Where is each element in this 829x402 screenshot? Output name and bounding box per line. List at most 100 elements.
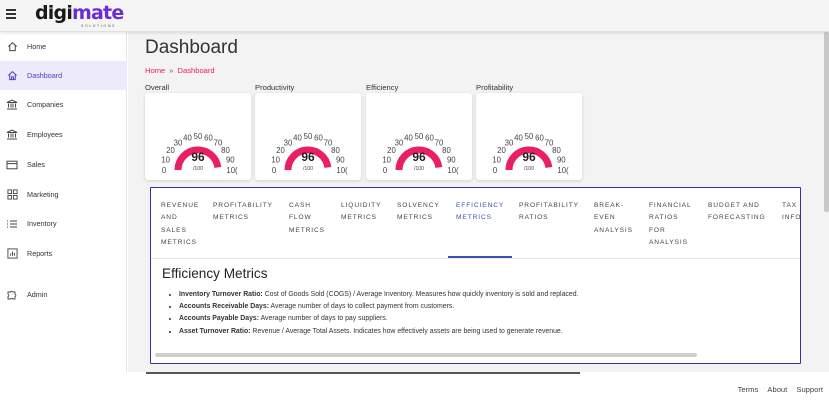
tab-label-line: METRICS <box>213 214 249 222</box>
gauge-tick-label: 0 <box>272 166 277 175</box>
gauge-tick-label: 10( <box>447 166 459 175</box>
hamburger-icon[interactable] <box>6 9 16 21</box>
metric-term: Inventory Turnover Ratio: <box>179 291 263 298</box>
tab-label-line: FORECASTING <box>708 214 766 222</box>
sidebar-item-dashboard[interactable]: Dashboard <box>0 61 127 90</box>
metric-term: Asset Turnover Ratio: <box>179 327 251 335</box>
gauge-svg: 010203040 50 6070809010(96/100 <box>161 132 238 175</box>
metric-description: Average number of days to pay suppliers. <box>259 315 388 323</box>
tab-label-line: SALES <box>161 226 187 234</box>
gauge-denominator: /100 <box>303 166 313 172</box>
tab-revenue-and-sales-metrics[interactable]: REVENUE AND SALES METRICS <box>161 200 199 250</box>
brand-logo[interactable]: digimate SOLUTIONS <box>35 2 124 29</box>
tab-financial-ratios-for-analysis[interactable]: FINANCIAL RATIOS FOR ANALYSIS <box>649 200 692 250</box>
breadcrumb-separator: » <box>169 66 174 75</box>
puzzle-icon <box>6 289 18 301</box>
gauge-tick-label: 90 <box>447 156 456 165</box>
sidebar-item-label: Sales <box>27 160 45 169</box>
footer-link-support[interactable]: Support <box>796 385 823 394</box>
tab-label-line: LIQUIDITY <box>341 202 382 209</box>
gauge-tick-label: 60 <box>425 134 434 143</box>
gauge-tick-label: 40 <box>293 134 302 143</box>
list-icon <box>6 218 18 230</box>
metrics-panel: REVENUE AND SALES METRICS PROFITABILITY METR… <box>150 187 801 364</box>
metrics-tabs: REVENUE AND SALES METRICS PROFITABILITY METR… <box>151 188 801 258</box>
sidebar-item-label: Dashboard <box>27 71 63 80</box>
gauge-value: 96 <box>301 150 315 164</box>
metric-description: Average number of days to collect paymen… <box>269 303 455 311</box>
gauge-tick-label: 10( <box>226 166 238 175</box>
breadcrumb-current[interactable]: Dashboard <box>178 66 215 75</box>
tab-label-line: EFFICIENCY <box>456 202 505 209</box>
gauge-card-efficiency: 0 10 20 30 40 50 60 70 80 90 10(96/100 <box>366 93 472 180</box>
tab-label-line: METRICS <box>289 226 325 234</box>
metric-term: Accounts Receivable Days: <box>179 303 269 311</box>
tab-label-line: PROFITABILITY <box>213 202 273 209</box>
gauge-tick-label: 0 <box>493 166 498 175</box>
sidebar-item-reports[interactable]: Reports <box>0 239 127 268</box>
sidebar: Home Dashboard Companies Employees Sales… <box>0 32 127 372</box>
tab-label-line: SOLVENCY <box>397 202 440 209</box>
tab-profitability-ratios[interactable]: PROFITABILITY RATIOS <box>519 200 579 225</box>
gauge-tick-label: 50 <box>415 132 424 141</box>
gauge-tick-label: 30 <box>395 139 404 148</box>
gauge-svg: 010203040 50 6070809010(96/100 <box>492 132 569 175</box>
home-icon <box>6 41 18 53</box>
gauge-label-overall: Overall <box>145 83 170 92</box>
list-item: Accounts Receivable Days: Average number… <box>179 301 789 313</box>
tab-break-even-analysis[interactable]: BREAK- EVEN ANALYSIS <box>594 200 633 237</box>
gauge-tick-label: 40 <box>404 134 413 143</box>
gauge-tick-label: 90 <box>226 156 235 165</box>
tab-budget-and-forecasting[interactable]: BUDGET AND FORECASTING <box>708 200 766 225</box>
logo-subtext: SOLUTIONS <box>81 24 117 28</box>
gauge-tick-label: 30 <box>174 139 183 148</box>
metric-description: Cost of Goods Sold (COGS) / Average Inve… <box>262 291 579 298</box>
tab-cash-flow-metrics[interactable]: CASH FLOW METRICS <box>289 200 325 237</box>
tab-label-line: TAX <box>782 202 798 209</box>
vertical-scrollbar[interactable] <box>824 32 829 212</box>
sidebar-item-employees[interactable]: Employees <box>0 120 127 149</box>
gauge-tick-label: 50 <box>525 132 534 141</box>
tab-solvency-metrics[interactable]: SOLVENCY METRICS <box>397 200 440 225</box>
sidebar-item-sales[interactable]: Sales <box>0 150 127 179</box>
content-title: Efficiency Metrics <box>162 266 268 281</box>
tab-label-line: INFO <box>782 214 801 222</box>
gauge-tick-label: 80 <box>221 146 230 155</box>
horizontal-scrollbar[interactable] <box>155 353 697 357</box>
sidebar-item-label: Marketing <box>27 190 59 199</box>
tab-efficiency-metrics[interactable]: EFFICIENCY METRICS <box>456 200 504 225</box>
card-icon <box>6 159 18 171</box>
sidebar-item-inventory[interactable]: Inventory <box>0 209 127 238</box>
gauge-card-profitability: 0 10 20 30 40 50 60 70 80 90 10(96/100 <box>476 93 582 180</box>
gauge-tick-label: 40 <box>514 134 523 143</box>
sidebar-item-companies[interactable]: Companies <box>0 90 127 119</box>
dashboard-home-icon <box>6 70 18 82</box>
gauge-tick-label: 60 <box>204 134 213 143</box>
tab-label-line: AND <box>161 214 178 222</box>
tab-label-line: EVEN <box>594 214 616 222</box>
list-item: Asset Turnover Ratio: Revenue / Average … <box>179 326 789 338</box>
breadcrumb: Home » Dashboard <box>145 66 215 75</box>
footer-link-terms[interactable]: Terms <box>738 385 759 394</box>
breadcrumb-home-link[interactable]: Home <box>145 66 165 75</box>
tab-label-line: CASH <box>289 202 311 209</box>
gauge-tick-label: 80 <box>552 146 561 155</box>
footer-link-about[interactable]: About <box>767 385 787 394</box>
gauge-value: 96 <box>522 150 536 164</box>
tabs-divider <box>151 258 800 259</box>
tab-label-line: RATIOS <box>519 214 549 222</box>
sidebar-item-home[interactable]: Home <box>0 32 127 61</box>
gauge-value: 96 <box>412 150 426 164</box>
logo-text: digi <box>35 2 73 24</box>
sidebar-item-admin[interactable]: Admin <box>0 280 127 309</box>
gauge-tick-label: 90 <box>336 156 345 165</box>
tab-liquidity-metrics[interactable]: LIQUIDITY METRICS <box>341 200 381 225</box>
grid-icon <box>6 189 18 201</box>
page-title: Dashboard <box>145 37 238 58</box>
tab-profitability-metrics[interactable]: PROFITABILITY METRICS <box>213 200 273 225</box>
tab-tax-info[interactable]: TAX INFO <box>782 200 801 225</box>
tab-label-line: FLOW <box>289 214 312 222</box>
sidebar-item-marketing[interactable]: Marketing <box>0 180 127 209</box>
gauge-tick-label: 60 <box>535 134 544 143</box>
gauge-tick-label: 0 <box>383 166 388 175</box>
